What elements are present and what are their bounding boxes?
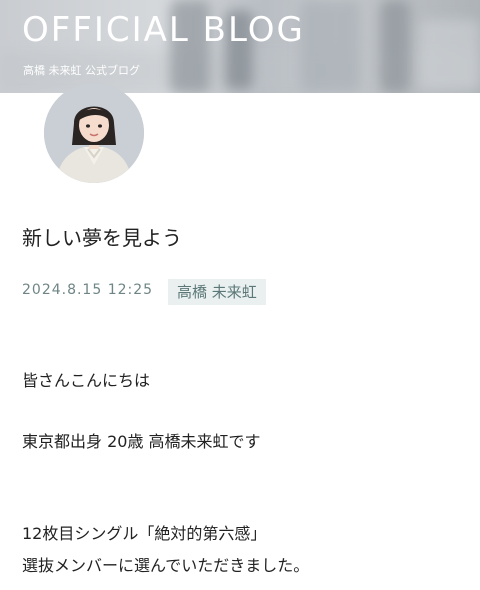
post-body-line: 12枚目シングル「絶対的第六感」 (22, 524, 267, 543)
post-body-line: 東京都出身 20歳 高橋未来虹です (22, 432, 261, 451)
author-portrait-icon (44, 83, 144, 183)
post-date: 2024.8.15 12:25 (22, 282, 154, 298)
blog-title[interactable]: OFFICIAL BLOG (22, 10, 305, 50)
author-tag[interactable]: 高橋 未来虹 (168, 279, 266, 305)
author-avatar[interactable] (44, 83, 144, 183)
post-body-line: 選抜メンバーに選んでいただきました。 (22, 556, 310, 575)
post-title: 新しい夢を見よう (22, 226, 182, 250)
blog-header-banner: OFFICIAL BLOG 高橋 未来虹 公式ブログ (0, 0, 480, 93)
post-body-line: 皆さんこんにちは (22, 371, 151, 390)
blog-subtitle: 高橋 未来虹 公式ブログ (23, 64, 140, 77)
blog-page: OFFICIAL BLOG 高橋 未来虹 公式ブログ 新しい夢を見よう 2024… (0, 0, 480, 590)
